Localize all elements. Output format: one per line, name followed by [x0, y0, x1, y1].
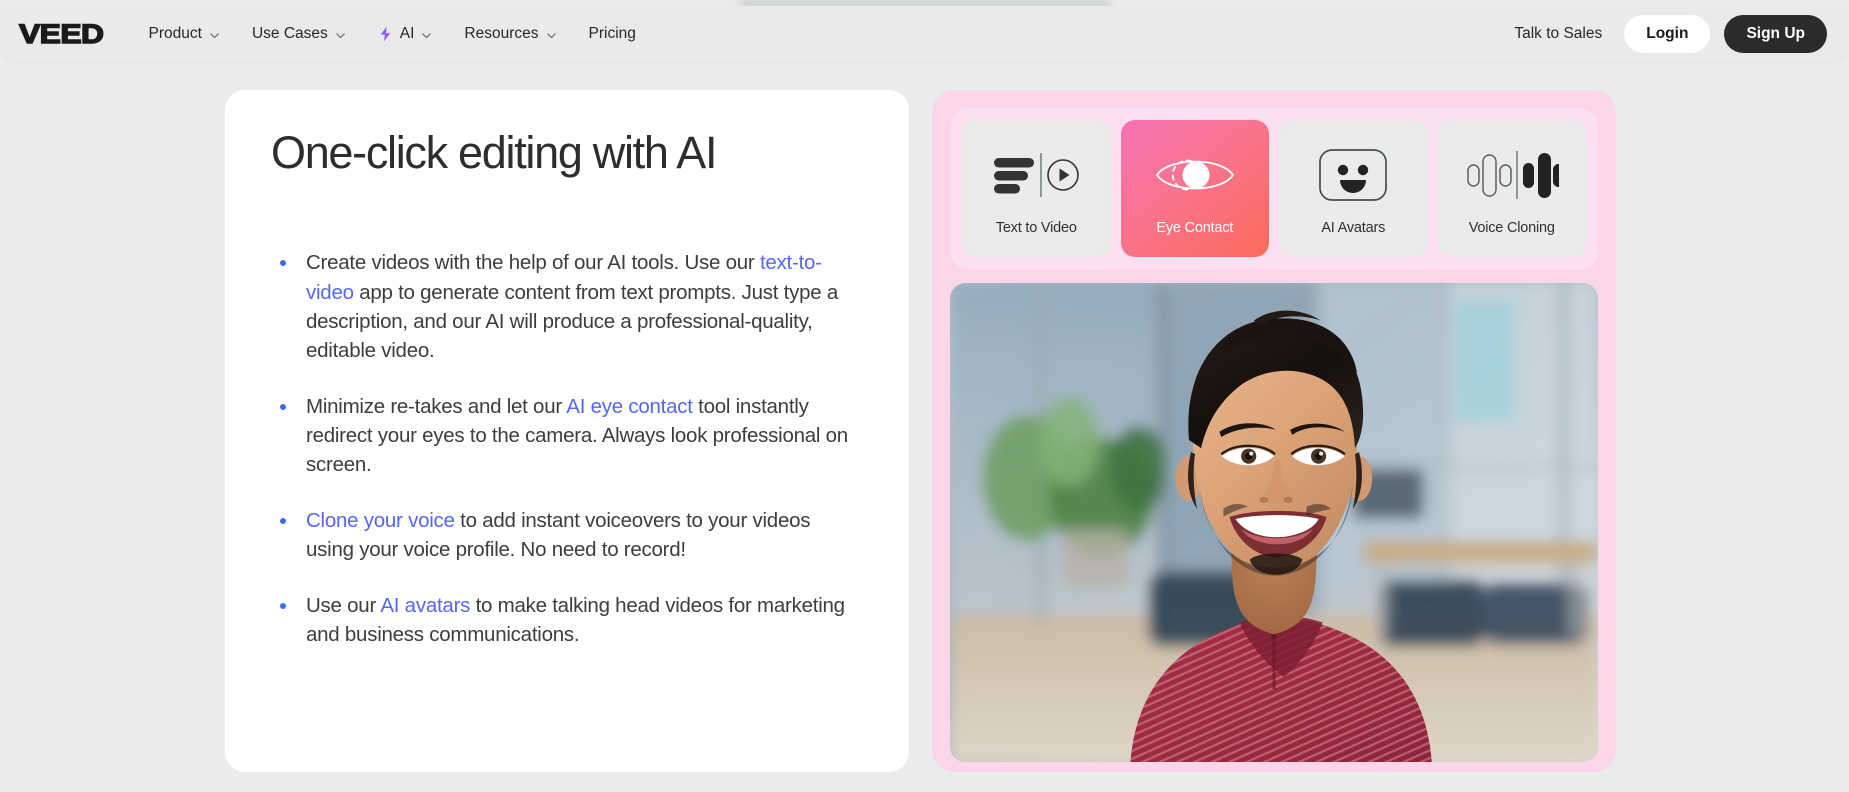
feature-card-label: AI Avatars	[1321, 219, 1386, 236]
nav-item-pricing[interactable]: Pricing	[573, 19, 652, 49]
feature-card-label: Text to Video	[995, 219, 1077, 236]
veed-logo[interactable]: VEED	[18, 18, 105, 50]
list-item: Use our AI avatars to make talking head …	[271, 591, 863, 649]
chevron-down-icon	[421, 30, 432, 41]
content-card: One-click editing with AI Create videos …	[225, 90, 909, 772]
nav-item-use-cases-label: Use Cases	[251, 25, 328, 42]
page-root: VEED Product Use Cases AI Resources Pric…	[0, 0, 1849, 792]
clone-your-voice-link[interactable]: Clone your voice	[306, 509, 455, 532]
list-item: Minimize re-takes and let our AI eye con…	[271, 392, 863, 479]
preview-photo	[950, 283, 1598, 762]
chevron-down-icon	[209, 30, 220, 41]
chevron-down-icon	[546, 30, 557, 41]
text-to-video-icon	[992, 142, 1080, 208]
video-preview[interactable]	[950, 283, 1598, 762]
chevron-down-icon	[335, 30, 346, 41]
bullet-text: Use our	[306, 594, 381, 618]
feature-card-ai-avatars[interactable]: AI Avatars	[1279, 120, 1428, 257]
talk-to-sales-link[interactable]: Talk to Sales	[1506, 19, 1610, 49]
preview-panel: Text to Video Eye Contact AI Avatars Voi…	[932, 90, 1616, 772]
lightning-bolt-icon	[378, 26, 393, 42]
bullet-text: app to generate content from text prompt…	[306, 280, 838, 362]
nav-item-resources-label: Resources	[464, 25, 539, 42]
top-navigation-bar: VEED Product Use Cases AI Resources Pric…	[0, 6, 1849, 62]
nav-item-ai-label: AI	[399, 25, 415, 42]
ai-eye-contact-link[interactable]: AI eye contact	[566, 395, 693, 418]
nav-item-product-label: Product	[148, 25, 202, 42]
nav-item-ai[interactable]: AI	[362, 19, 449, 49]
feature-card-label: Eye Contact	[1156, 219, 1234, 236]
login-button[interactable]: Login	[1624, 15, 1711, 53]
nav-links: Product Use Cases AI Resources Pricing	[133, 19, 652, 49]
nav-item-pricing-label: Pricing	[588, 25, 636, 42]
sign-up-button[interactable]: Sign Up	[1724, 15, 1827, 53]
ai-avatars-link[interactable]: AI avatars	[380, 594, 470, 617]
nav-item-resources[interactable]: Resources	[448, 19, 572, 49]
nav-actions: Talk to Sales Login Sign Up	[1506, 15, 1827, 53]
feature-card-strip: Text to Video Eye Contact AI Avatars Voi…	[950, 108, 1598, 269]
page-title: One-click editing with AI	[271, 127, 718, 178]
feature-bullet-list: Create videos with the help of our AI to…	[271, 248, 863, 649]
feature-card-label: Voice Cloning	[1468, 219, 1555, 236]
voice-cloning-icon	[1465, 142, 1559, 208]
nav-item-product[interactable]: Product	[133, 19, 236, 49]
nav-item-use-cases[interactable]: Use Cases	[236, 19, 362, 49]
eye-contact-icon	[1153, 142, 1237, 208]
feature-card-voice-cloning[interactable]: Voice Cloning	[1437, 120, 1586, 257]
ai-avatars-icon	[1318, 142, 1388, 208]
feature-card-eye-contact[interactable]: Eye Contact	[1120, 120, 1269, 257]
bullet-text: Minimize re-takes and let our	[306, 394, 567, 418]
bullet-text: Create videos with the help of our AI to…	[306, 251, 760, 275]
list-item: Clone your voice to add instant voiceove…	[271, 506, 863, 564]
feature-card-text-to-video[interactable]: Text to Video	[962, 120, 1111, 257]
list-item: Create videos with the help of our AI to…	[271, 248, 863, 364]
